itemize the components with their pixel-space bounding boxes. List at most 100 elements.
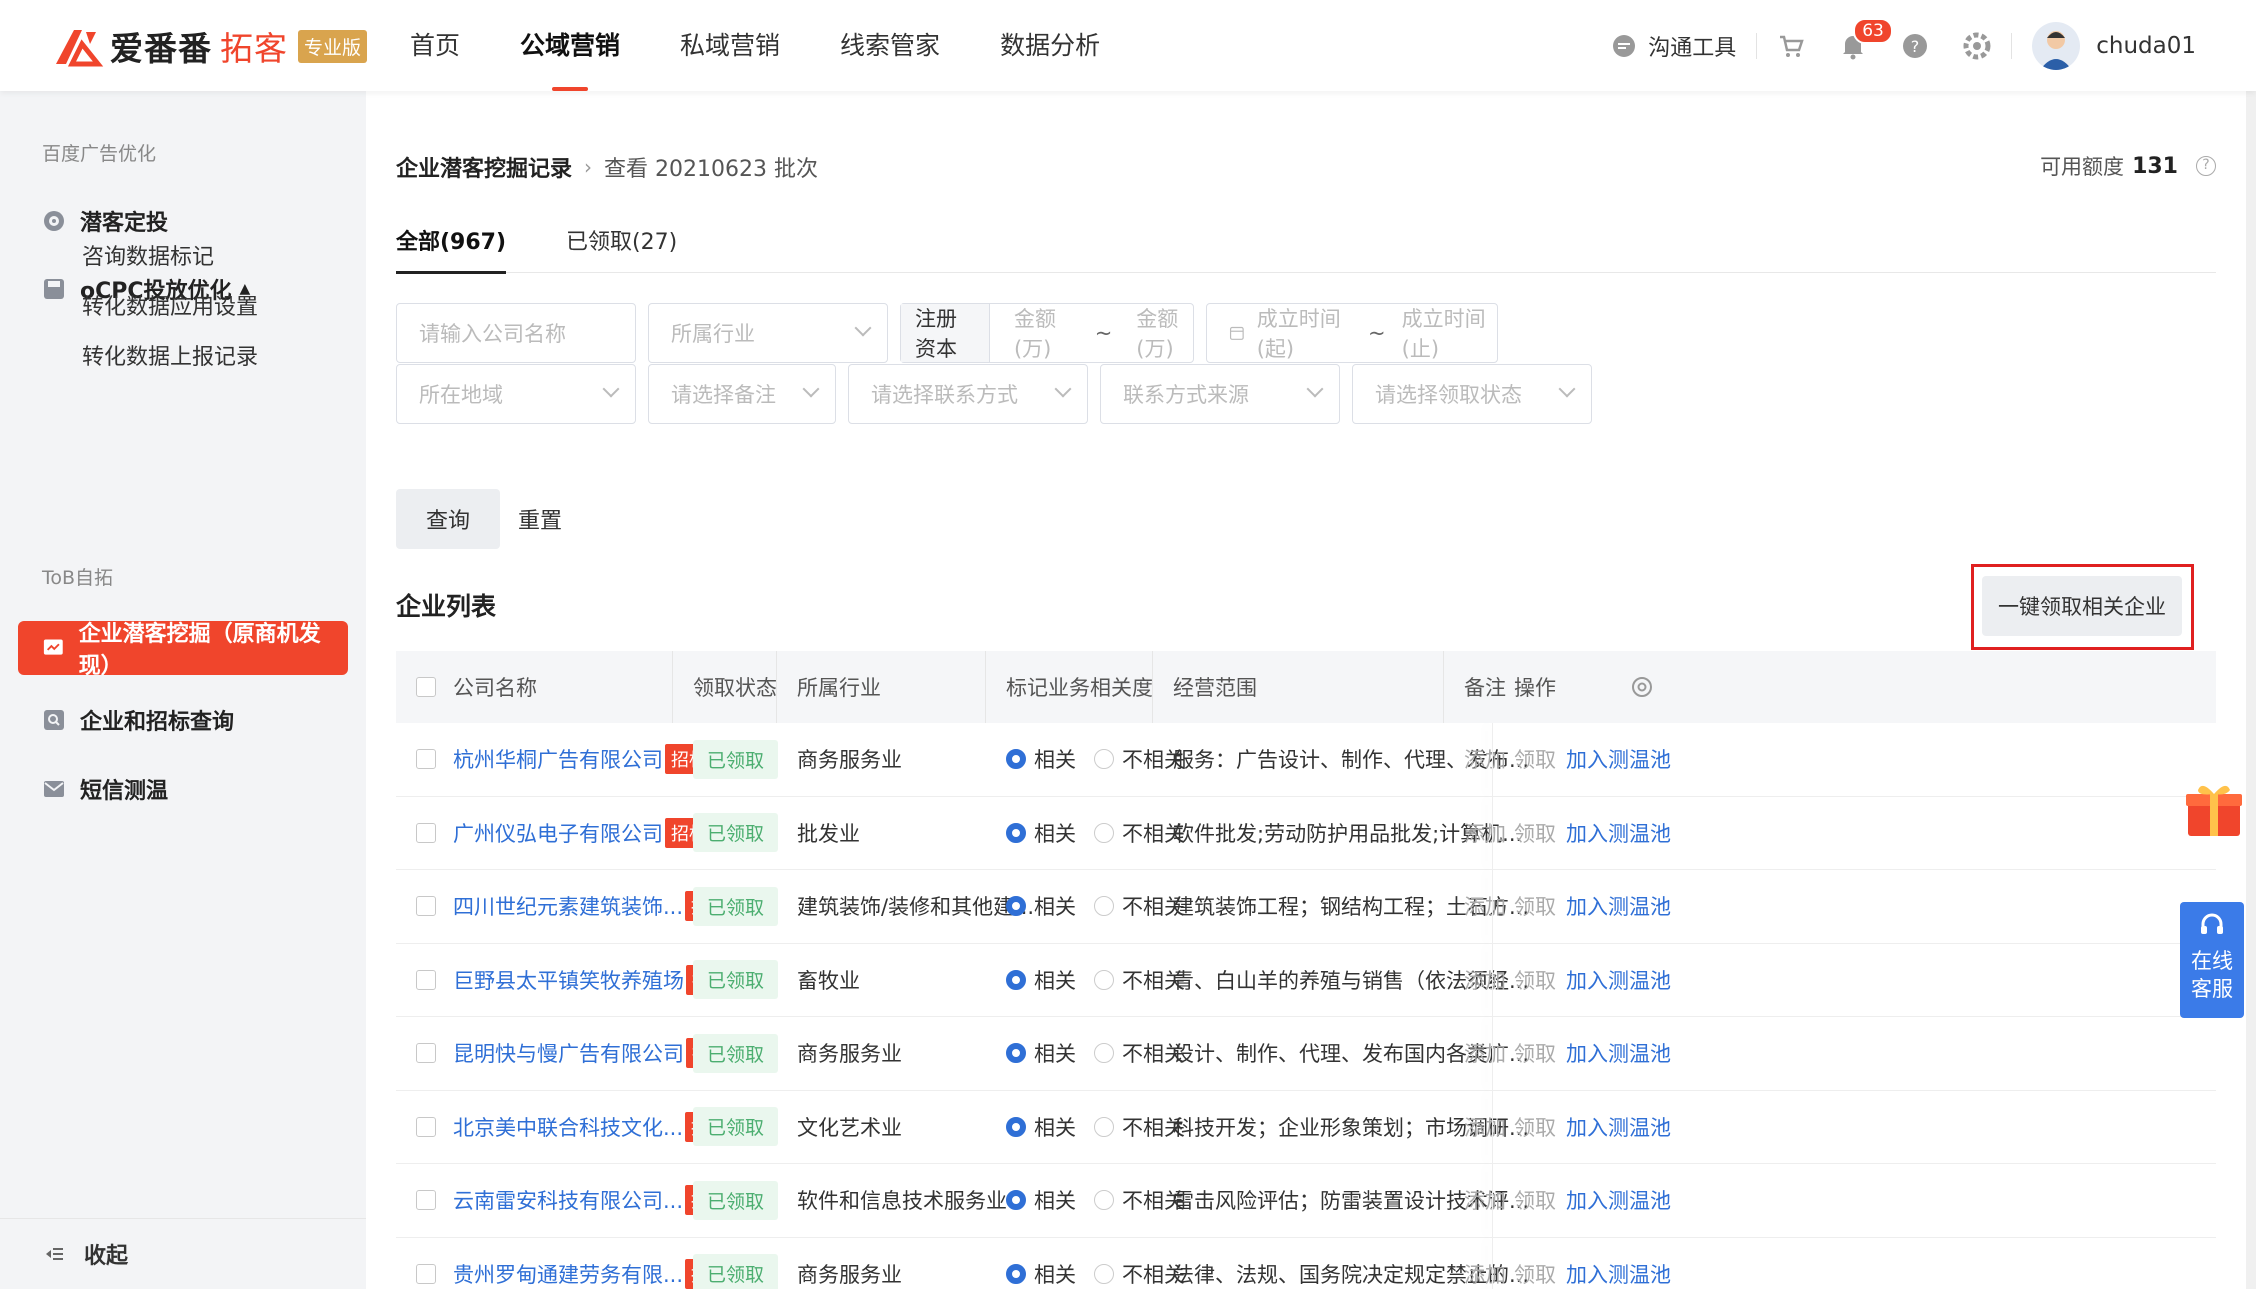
claim-link[interactable]: 领取	[1514, 1091, 1556, 1164]
select-all-checkbox[interactable]	[416, 651, 436, 723]
relevant-radio[interactable]	[1006, 896, 1026, 917]
industry-select[interactable]: 所属行业	[648, 303, 888, 363]
gift-icon[interactable]	[2184, 780, 2244, 838]
add-to-pool-link[interactable]: 加入测温池	[1566, 1164, 1671, 1237]
row-checkbox[interactable]	[416, 870, 436, 943]
breadcrumb-parent[interactable]: 企业潜客挖掘记录	[396, 151, 572, 183]
relevant-radio[interactable]	[1006, 1263, 1026, 1284]
chat-tool-button[interactable]: 沟通工具	[1610, 30, 1736, 62]
region-select[interactable]: 所在地域	[396, 364, 636, 424]
contact-source-select[interactable]: 联系方式来源	[1100, 364, 1340, 424]
not-relevant-radio[interactable]	[1094, 1263, 1114, 1284]
settings-icon[interactable]	[1963, 32, 1991, 60]
not-relevant-radio[interactable]	[1094, 1116, 1114, 1137]
username[interactable]: chuda01	[2096, 33, 2196, 59]
add-remark-link[interactable]: 添加	[1464, 723, 1506, 796]
company-name-link[interactable]: 北京美中联合科技文化...	[453, 1112, 683, 1142]
relevant-radio[interactable]	[1006, 969, 1026, 990]
amount-to-input[interactable]: 金额(万)	[1136, 303, 1193, 363]
page-scrollbar[interactable]	[2246, 0, 2256, 1289]
registered-capital-range[interactable]: 注册资本 金额(万) ~ 金额(万)	[900, 303, 1194, 363]
sidebar-item-sms[interactable]: 短信测温	[42, 769, 168, 809]
nav-lead-manager[interactable]: 线索管家	[840, 0, 940, 91]
add-remark-link[interactable]: 添加	[1464, 1091, 1506, 1164]
relevant-radio[interactable]	[1006, 1116, 1026, 1137]
add-to-pool-link[interactable]: 加入测温池	[1566, 870, 1671, 943]
sidebar-item-lead-mining[interactable]: 企业潜客挖掘（原商机发现）	[18, 621, 348, 679]
user-avatar[interactable]	[2032, 21, 2081, 70]
row-checkbox[interactable]	[416, 797, 436, 870]
column-settings-icon[interactable]	[1630, 651, 1654, 723]
not-relevant-radio[interactable]	[1094, 822, 1114, 843]
founded-date-range[interactable]: 成立时间(起) ~ 成立时间(止)	[1206, 303, 1498, 363]
not-relevant-radio[interactable]	[1094, 749, 1114, 770]
nav-home[interactable]: 首页	[410, 0, 460, 91]
not-relevant-radio[interactable]	[1094, 969, 1114, 990]
relevant-radio[interactable]	[1006, 749, 1026, 770]
bulk-claim-button[interactable]: 一键领取相关企业	[1982, 576, 2182, 636]
relevant-radio[interactable]	[1006, 1190, 1026, 1211]
add-to-pool-link[interactable]: 加入测温池	[1566, 1017, 1671, 1090]
add-remark-link[interactable]: 添加	[1464, 944, 1506, 1017]
claim-link[interactable]: 领取	[1514, 797, 1556, 870]
nav-public-marketing[interactable]: 公域营销	[520, 0, 620, 91]
reset-button[interactable]: 重置	[518, 489, 562, 549]
sidebar-item-bid-query[interactable]: 企业和招标查询	[42, 700, 234, 740]
relevant-radio[interactable]	[1006, 822, 1026, 843]
add-to-pool-link[interactable]: 加入测温池	[1566, 723, 1671, 796]
sidebar-sub-conv-report[interactable]: 转化数据上报记录	[82, 339, 258, 371]
tab-claimed[interactable]: 已领取(27)	[566, 221, 677, 273]
claim-link[interactable]: 领取	[1514, 870, 1556, 943]
add-remark-link[interactable]: 添加	[1464, 1164, 1506, 1237]
amount-from-input[interactable]: 金额(万)	[1014, 303, 1071, 363]
company-name-link[interactable]: 广州仪弘电子有限公司	[453, 818, 663, 848]
not-relevant-radio[interactable]	[1094, 896, 1114, 917]
company-name-link[interactable]: 四川世纪元素建筑装饰...	[453, 891, 683, 921]
add-remark-link[interactable]: 添加	[1464, 797, 1506, 870]
add-to-pool-link[interactable]: 加入测温池	[1566, 1091, 1671, 1164]
company-name-link[interactable]: 杭州华桐广告有限公司	[453, 744, 663, 774]
company-name-link[interactable]: 云南雷安科技有限公司...	[453, 1185, 683, 1215]
notification-button[interactable]: 63	[1839, 17, 1893, 60]
row-checkbox[interactable]	[416, 1164, 436, 1237]
add-remark-link[interactable]: 添加	[1464, 1017, 1506, 1090]
query-button[interactable]: 查询	[396, 489, 500, 549]
nav-private-marketing[interactable]: 私域营销	[680, 0, 780, 91]
company-name-input[interactable]: 请输入公司名称	[396, 303, 636, 363]
help-icon[interactable]: ?	[1901, 32, 1929, 60]
add-remark-link[interactable]: 添加	[1464, 870, 1506, 943]
sidebar-sub-conv-settings[interactable]: 转化数据应用设置	[82, 289, 258, 321]
add-to-pool-link[interactable]: 加入测温池	[1566, 944, 1671, 1017]
sidebar-item-qianke[interactable]: 潜客定投	[42, 201, 168, 241]
brand-logo[interactable]: 爱番番 拓客 专业版	[52, 24, 368, 68]
add-remark-link[interactable]: 添加	[1464, 1238, 1506, 1289]
cart-icon[interactable]	[1777, 32, 1805, 60]
add-to-pool-link[interactable]: 加入测温池	[1566, 797, 1671, 870]
company-name-link[interactable]: 贵州罗甸通建劳务有限...	[453, 1259, 683, 1289]
date-to-input[interactable]: 成立时间(止)	[1402, 303, 1497, 363]
sidebar-collapse-button[interactable]: 收起	[0, 1218, 366, 1289]
company-name-link[interactable]: 巨野县太平镇笑牧养殖场	[453, 965, 684, 995]
claim-link[interactable]: 领取	[1514, 1017, 1556, 1090]
quota-help-icon[interactable]: ?	[2196, 156, 2216, 176]
claim-link[interactable]: 领取	[1514, 1238, 1556, 1289]
row-checkbox[interactable]	[416, 723, 436, 796]
remark-select[interactable]: 请选择备注	[648, 364, 836, 424]
row-checkbox[interactable]	[416, 944, 436, 1017]
row-checkbox[interactable]	[416, 1091, 436, 1164]
claim-status-select[interactable]: 请选择领取状态	[1352, 364, 1592, 424]
date-from-input[interactable]: 成立时间(起)	[1257, 303, 1352, 363]
online-service-button[interactable]: 在线 客服	[2180, 902, 2244, 1018]
company-name-link[interactable]: 昆明快与慢广告有限公司	[453, 1038, 684, 1068]
tab-all[interactable]: 全部(967)	[396, 221, 507, 274]
claim-link[interactable]: 领取	[1514, 944, 1556, 1017]
nav-data-analysis[interactable]: 数据分析	[1000, 0, 1100, 91]
row-checkbox[interactable]	[416, 1017, 436, 1090]
add-to-pool-link[interactable]: 加入测温池	[1566, 1238, 1671, 1289]
contact-method-select[interactable]: 请选择联系方式	[848, 364, 1088, 424]
claim-link[interactable]: 领取	[1514, 723, 1556, 796]
claim-link[interactable]: 领取	[1514, 1164, 1556, 1237]
not-relevant-radio[interactable]	[1094, 1043, 1114, 1064]
sidebar-sub-consult[interactable]: 咨询数据标记	[82, 239, 214, 271]
row-checkbox[interactable]	[416, 1238, 436, 1289]
